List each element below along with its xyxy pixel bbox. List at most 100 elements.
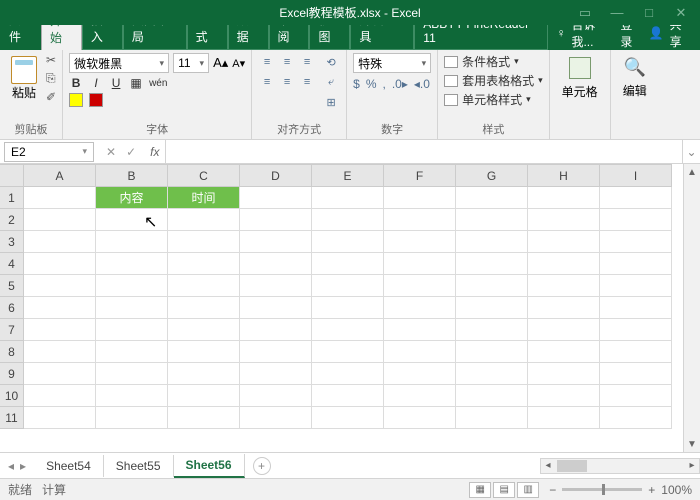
cell[interactable] [600, 341, 672, 363]
cell[interactable] [312, 253, 384, 275]
cell[interactable] [24, 231, 96, 253]
grow-font-icon[interactable]: A▴ [213, 55, 228, 71]
cell[interactable] [96, 385, 168, 407]
percent-icon[interactable]: % [366, 77, 377, 91]
cell[interactable] [168, 253, 240, 275]
cell[interactable] [600, 385, 672, 407]
cell[interactable] [96, 209, 168, 231]
cells-button[interactable]: 单元格 [556, 53, 604, 104]
cell[interactable] [384, 253, 456, 275]
font-name-combo[interactable]: 微软雅黑▾ [69, 53, 169, 73]
cell[interactable] [600, 231, 672, 253]
cell[interactable] [528, 275, 600, 297]
sheet-tab[interactable]: Sheet55 [104, 455, 174, 477]
row-header[interactable]: 6 [0, 297, 24, 319]
align-bottom-icon[interactable]: ≡ [298, 53, 316, 71]
cell[interactable] [528, 363, 600, 385]
name-box[interactable]: E2▾ [4, 142, 94, 162]
row-header[interactable]: 4 [0, 253, 24, 275]
cell[interactable]: 时间 [168, 187, 240, 209]
cell[interactable] [600, 187, 672, 209]
row-header[interactable]: 3 [0, 231, 24, 253]
enter-icon[interactable]: ✓ [126, 145, 136, 159]
normal-view-icon[interactable]: ▦ [469, 482, 491, 498]
row-header[interactable]: 7 [0, 319, 24, 341]
cell[interactable] [528, 231, 600, 253]
cell[interactable] [600, 209, 672, 231]
cell[interactable] [168, 341, 240, 363]
cell[interactable]: 内容 [96, 187, 168, 209]
underline-button[interactable]: U [109, 76, 123, 90]
cell[interactable] [456, 319, 528, 341]
cell[interactable] [96, 363, 168, 385]
cell[interactable] [528, 385, 600, 407]
zoom-level[interactable]: 100% [661, 483, 692, 497]
cell[interactable] [240, 297, 312, 319]
cell[interactable] [168, 231, 240, 253]
grid[interactable]: A B C D E F G H I 1内容时间 2 3 4 5 6 7 8 9 … [0, 164, 672, 452]
cell[interactable] [240, 341, 312, 363]
ribbon-options-icon[interactable]: ▭ [570, 3, 600, 23]
maximize-icon[interactable]: □ [634, 3, 664, 23]
cell[interactable] [384, 385, 456, 407]
next-sheet-icon[interactable]: ▸ [20, 459, 26, 473]
scroll-down-icon[interactable]: ▼ [684, 436, 700, 452]
cell[interactable] [96, 231, 168, 253]
fill-color-button[interactable] [69, 93, 83, 107]
cell[interactable] [384, 319, 456, 341]
expand-formula-icon[interactable]: ⌄ [682, 140, 700, 163]
cell[interactable] [168, 363, 240, 385]
col-header[interactable]: D [240, 165, 312, 187]
cell[interactable] [528, 319, 600, 341]
cell[interactable] [456, 187, 528, 209]
cell[interactable] [384, 407, 456, 429]
scroll-right-icon[interactable]: ▸ [685, 460, 699, 471]
cell[interactable] [24, 385, 96, 407]
page-layout-view-icon[interactable]: ▤ [493, 482, 515, 498]
copy-icon[interactable]: ⎘ [46, 71, 56, 86]
prev-sheet-icon[interactable]: ◂ [8, 459, 14, 473]
merge-cells-icon[interactable]: ⊞ [322, 93, 340, 111]
row-header[interactable]: 5 [0, 275, 24, 297]
cell[interactable] [312, 231, 384, 253]
cell[interactable] [312, 209, 384, 231]
cell[interactable] [456, 253, 528, 275]
cell[interactable] [528, 407, 600, 429]
cell[interactable] [312, 275, 384, 297]
cell[interactable] [168, 319, 240, 341]
page-break-view-icon[interactable]: ▥ [517, 482, 539, 498]
cell[interactable] [384, 363, 456, 385]
cell[interactable] [312, 187, 384, 209]
scroll-thumb[interactable] [557, 460, 587, 472]
cell[interactable] [528, 341, 600, 363]
cell[interactable] [312, 407, 384, 429]
cell[interactable] [96, 341, 168, 363]
cell[interactable] [384, 297, 456, 319]
row-header[interactable]: 11 [0, 407, 24, 429]
col-header[interactable]: C [168, 165, 240, 187]
row-header[interactable]: 10 [0, 385, 24, 407]
cell[interactable] [384, 275, 456, 297]
cell[interactable] [96, 253, 168, 275]
cell[interactable] [96, 297, 168, 319]
cell[interactable] [240, 209, 312, 231]
format-painter-icon[interactable]: ✐ [46, 90, 56, 104]
zoom-in-icon[interactable]: + [648, 483, 655, 497]
font-size-combo[interactable]: 11▾ [173, 53, 209, 73]
cell[interactable] [312, 385, 384, 407]
row-header[interactable]: 1 [0, 187, 24, 209]
minimize-icon[interactable]: — [602, 3, 632, 23]
conditional-format-button[interactable]: 条件格式▾ [444, 53, 543, 70]
wrap-text-icon[interactable]: ⤶ [322, 73, 340, 91]
cell[interactable] [24, 341, 96, 363]
cell[interactable] [384, 187, 456, 209]
horizontal-scrollbar[interactable]: ◂ ▸ [540, 458, 700, 474]
cell[interactable] [384, 231, 456, 253]
align-left-icon[interactable]: ≡ [258, 73, 276, 91]
cell[interactable] [456, 385, 528, 407]
row-header[interactable]: 9 [0, 363, 24, 385]
scroll-left-icon[interactable]: ◂ [541, 460, 555, 471]
align-middle-icon[interactable]: ≡ [278, 53, 296, 71]
cell[interactable] [312, 319, 384, 341]
new-sheet-button[interactable]: + [253, 457, 271, 475]
